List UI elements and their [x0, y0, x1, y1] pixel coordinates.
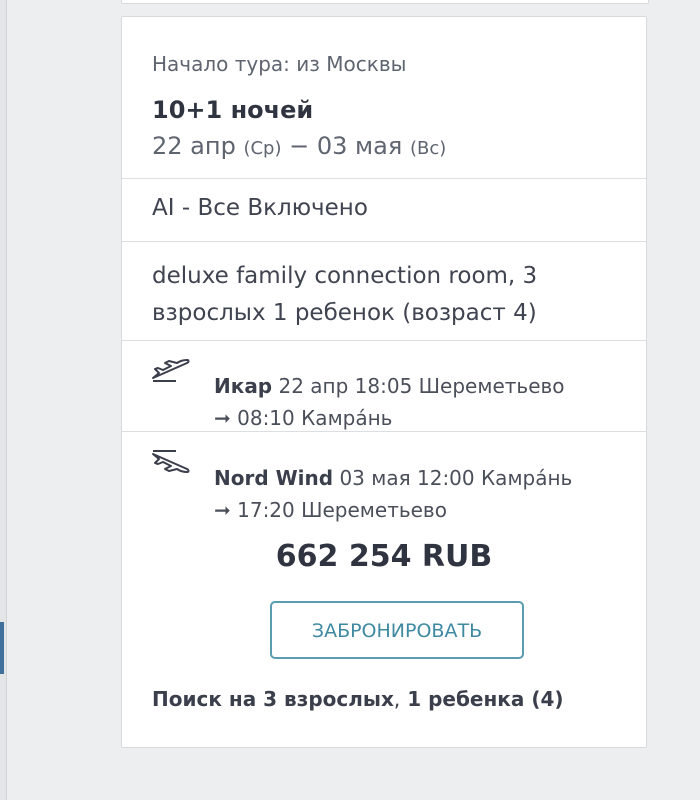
return-departure: 03 мая 12:00 Камра́нь — [333, 466, 573, 490]
outbound-airline: Икар — [214, 374, 273, 398]
tour-offer-card: Начало тура: из Москвы 10+1 ночей 22 апр… — [121, 16, 647, 748]
book-button[interactable]: ЗАБРОНИРОВАТЬ — [270, 601, 524, 659]
left-side-panel — [0, 0, 7, 800]
tour-start-label: Начало тура: из Москвы — [152, 52, 407, 76]
room-description: deluxe family connection room, 3 взрослы… — [152, 263, 538, 326]
tour-price: 662 254 RUB — [275, 539, 493, 574]
outbound-flight-info: Икар 22 апр 18:05 Шереметьево ➞ 08:10 Ка… — [214, 370, 634, 434]
return-arrival: ➞ 17:20 Шереметьево — [214, 498, 447, 522]
search-summary: Поиск на 3 взрослых, 1 ребенка (4) — [152, 687, 564, 711]
outbound-departure: 22 апр 18:05 Шереметьево — [272, 374, 565, 398]
plane-arrival-icon — [152, 450, 190, 473]
tour-date-range: 22 апр (Ср) − 03 мая (Вс) — [152, 132, 446, 160]
outbound-arrival: ➞ 08:10 Камра́нь — [214, 406, 393, 430]
weekday-from: (Ср) — [243, 138, 282, 159]
plane-departure-icon — [152, 359, 190, 382]
side-active-indicator — [0, 622, 4, 674]
return-airline: Nord Wind — [214, 466, 334, 490]
return-flight-info: Nord Wind 03 мая 12:00 Камра́нь ➞ 17:20 … — [214, 462, 634, 526]
meal-plan: AI - Все Включено — [152, 195, 368, 221]
previous-card-edge — [121, 0, 649, 4]
search-adults: Поиск на 3 взрослых — [152, 687, 394, 711]
nights-count: 10+1 ночей — [152, 96, 314, 124]
search-children: 1 ребенка (4) — [400, 687, 564, 711]
date-to: 03 мая — [316, 132, 403, 160]
date-from: 22 апр — [152, 132, 236, 160]
weekday-to: (Вс) — [409, 138, 447, 159]
date-dash: − — [289, 132, 310, 160]
